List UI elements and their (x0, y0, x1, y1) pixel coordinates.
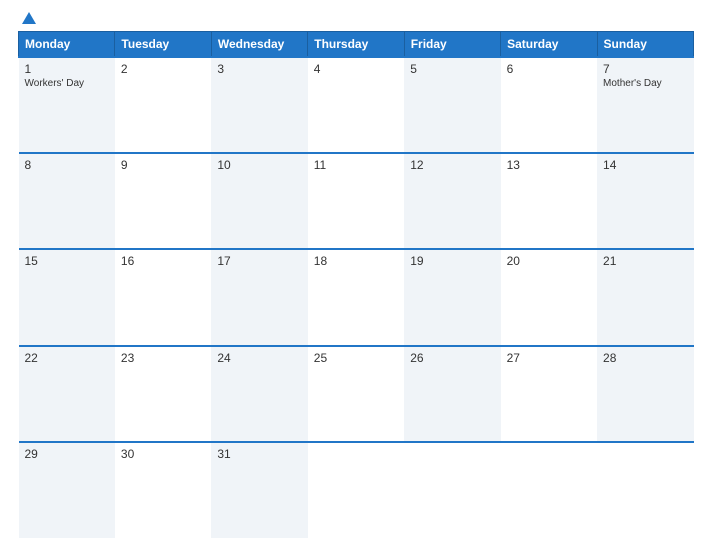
day-number: 24 (217, 351, 301, 365)
calendar-cell (597, 442, 693, 538)
calendar-cell: 22 (19, 346, 115, 442)
calendar-cell: 11 (308, 153, 404, 249)
header-saturday: Saturday (501, 32, 597, 58)
day-number: 25 (314, 351, 398, 365)
holiday-label: Workers' Day (25, 78, 109, 89)
holiday-label: Mother's Day (603, 78, 687, 89)
day-number: 15 (25, 254, 109, 268)
calendar-cell: 16 (115, 249, 211, 345)
calendar-cell: 1 Workers' Day (19, 57, 115, 153)
calendar-cell: 30 (115, 442, 211, 538)
day-number: 26 (410, 351, 494, 365)
day-number: 4 (314, 62, 398, 76)
header-friday: Friday (404, 32, 500, 58)
day-number: 22 (25, 351, 109, 365)
calendar-cell: 21 (597, 249, 693, 345)
top-bar (18, 12, 694, 25)
day-number: 10 (217, 158, 301, 172)
day-number: 16 (121, 254, 205, 268)
day-number: 28 (603, 351, 687, 365)
calendar-cell: 6 (501, 57, 597, 153)
day-number: 29 (25, 447, 109, 461)
calendar-cell: 28 (597, 346, 693, 442)
calendar-cell: 14 (597, 153, 693, 249)
day-number: 1 (25, 62, 109, 76)
calendar-cell: 13 (501, 153, 597, 249)
calendar-cell: 20 (501, 249, 597, 345)
week-row-1: 1 Workers' Day 234567 Mother's Day (19, 57, 694, 153)
calendar-cell: 4 (308, 57, 404, 153)
day-number: 13 (507, 158, 591, 172)
week-row-2: 89 10 11 12 13 14 (19, 153, 694, 249)
calendar-cell: 27 (501, 346, 597, 442)
calendar-cell: 12 (404, 153, 500, 249)
calendar-header-row: MondayTuesdayWednesdayThursdayFridaySatu… (19, 32, 694, 58)
calendar-cell: 2 (115, 57, 211, 153)
day-number: 12 (410, 158, 494, 172)
day-number: 11 (314, 158, 398, 172)
calendar-cell: 3 (211, 57, 307, 153)
calendar-cell (501, 442, 597, 538)
day-number: 14 (603, 158, 687, 172)
day-number: 2 (121, 62, 205, 76)
day-number: 23 (121, 351, 205, 365)
calendar-cell (308, 442, 404, 538)
calendar-cell: 5 (404, 57, 500, 153)
calendar-cell: 29 (19, 442, 115, 538)
day-number: 21 (603, 254, 687, 268)
calendar-cell: 18 (308, 249, 404, 345)
day-number: 7 (603, 62, 687, 76)
day-number: 18 (314, 254, 398, 268)
header-monday: Monday (19, 32, 115, 58)
header-wednesday: Wednesday (211, 32, 307, 58)
calendar-cell: 24 (211, 346, 307, 442)
calendar-cell (404, 442, 500, 538)
calendar-cell: 8 (19, 153, 115, 249)
day-number: 20 (507, 254, 591, 268)
calendar-cell: 19 (404, 249, 500, 345)
day-number: 19 (410, 254, 494, 268)
calendar-cell: 23 (115, 346, 211, 442)
header-thursday: Thursday (308, 32, 404, 58)
calendar-cell: 26 (404, 346, 500, 442)
day-number: 3 (217, 62, 301, 76)
calendar-cell: 7 Mother's Day (597, 57, 693, 153)
logo-triangle-icon (22, 12, 36, 24)
calendar-cell: 9 (115, 153, 211, 249)
calendar-cell: 17 (211, 249, 307, 345)
day-number: 8 (25, 158, 109, 172)
day-number: 5 (410, 62, 494, 76)
week-row-5: 29 30 31 (19, 442, 694, 538)
week-row-3: 15 16 17 18 19 20 21 (19, 249, 694, 345)
day-number: 17 (217, 254, 301, 268)
day-number: 30 (121, 447, 205, 461)
header-sunday: Sunday (597, 32, 693, 58)
calendar-cell: 15 (19, 249, 115, 345)
logo-blue-row (18, 12, 36, 25)
week-row-4: 22 23 24 25 26 27 28 (19, 346, 694, 442)
day-number: 6 (507, 62, 591, 76)
day-number: 9 (121, 158, 205, 172)
logo (18, 12, 36, 25)
day-number: 31 (217, 447, 301, 461)
calendar-cell: 25 (308, 346, 404, 442)
day-number: 27 (507, 351, 591, 365)
calendar-cell: 31 (211, 442, 307, 538)
header-tuesday: Tuesday (115, 32, 211, 58)
calendar-table: MondayTuesdayWednesdayThursdayFridaySatu… (18, 31, 694, 538)
calendar-cell: 10 (211, 153, 307, 249)
